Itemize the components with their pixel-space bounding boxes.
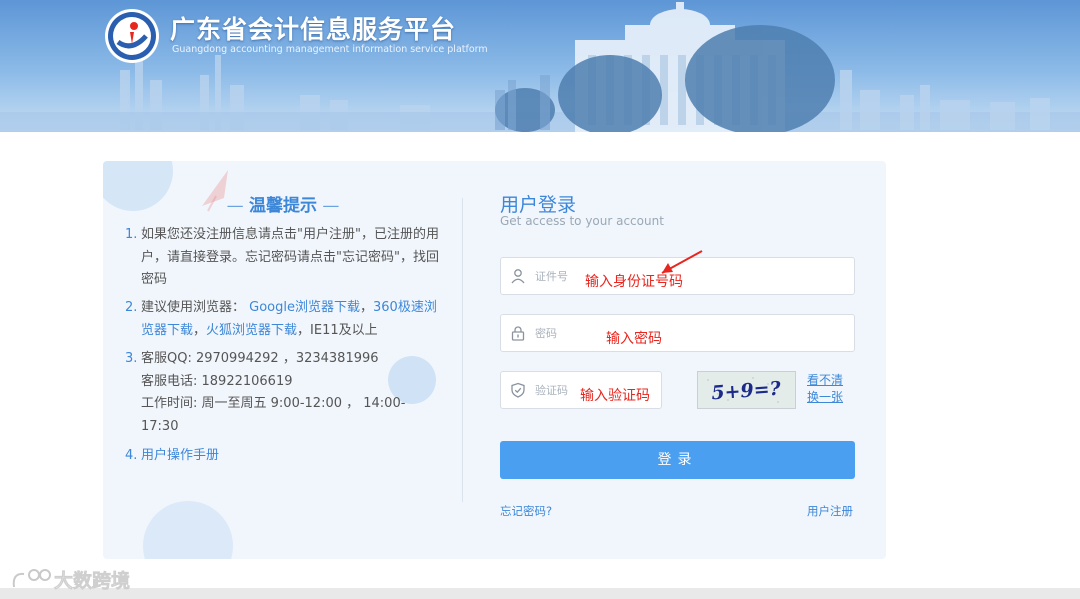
tip-number: 2.	[125, 300, 138, 315]
panel-divider	[462, 198, 463, 502]
refresh-captcha-link[interactable]: 看不清换一张	[807, 372, 847, 406]
tip-text: 如果您还没注册信息请点击"用户注册"，已注册的用户，请直接登录。忘记密码请点击"…	[141, 227, 439, 287]
captcha-image[interactable]: 5+9=?	[697, 371, 796, 409]
password-annotation-text: 输入密码	[606, 331, 662, 347]
login-title: 用户登录	[500, 194, 577, 216]
decor-circle	[103, 161, 173, 211]
tip-text: 建议使用浏览器： Google浏览器下载，360极速浏览器下载，火狐浏览器下载，…	[141, 297, 441, 342]
city-skyline-illustration	[0, 2, 1080, 132]
lock-icon	[511, 326, 525, 341]
id-number-input[interactable]	[535, 267, 575, 285]
header-banner: 广东省会计信息服务平台 Guangdong accounting managem…	[0, 0, 1080, 132]
captcha-noise-image: 5+9=?	[698, 372, 795, 408]
support-hours: 工作时间: 周一至周五 9:00-12:00 ， 14:00-17:30	[141, 396, 406, 434]
login-button[interactable]: 登录	[500, 441, 855, 479]
tips-heading: — 温馨提示 —	[223, 191, 343, 216]
tip-text: 客服QQ: 2970994292 ，3234381996 客服电话: 18922…	[141, 348, 441, 438]
decor-circle	[143, 501, 233, 559]
support-phone: 客服电话: 18922106619	[141, 373, 293, 389]
site-title: 广东省会计信息服务平台	[170, 15, 457, 44]
login-subtitle: Get access to your account	[500, 214, 664, 228]
password-input[interactable]	[535, 324, 575, 342]
user-icon	[511, 269, 525, 284]
tips-title-dash: —	[226, 196, 249, 216]
tip-item-4: 4. 用户操作手册	[125, 445, 443, 469]
tip-separator: ，	[360, 300, 374, 315]
shield-check-icon	[511, 382, 525, 398]
watermark-text: 大数跨境	[54, 569, 130, 592]
tip-text-prefix: 建议使用浏览器：	[141, 300, 246, 315]
user-manual-link[interactable]: 用户操作手册	[141, 445, 441, 468]
forgot-password-link[interactable]: 忘记密码?	[500, 503, 552, 519]
support-qq: 客服QQ: 2970994292 ，3234381996	[141, 351, 379, 366]
register-link[interactable]: 用户注册	[807, 503, 853, 519]
site-subtitle: Guangdong accounting management informat…	[172, 44, 488, 55]
tip-number: 3.	[125, 351, 138, 366]
google-browser-download-link[interactable]: Google浏览器下载	[249, 300, 360, 315]
firefox-browser-download-link[interactable]: 火狐浏览器下载	[206, 323, 297, 338]
province-emblem-logo	[105, 9, 159, 63]
captcha-input[interactable]	[535, 381, 575, 399]
tip-separator: ，	[193, 322, 207, 338]
login-card: — 温馨提示 — 1. 如果您还没注册信息请点击"用户注册"，已注册的用户，请直…	[103, 161, 886, 559]
captcha-annotation-text: 输入验证码	[580, 388, 650, 404]
annotation-arrow	[661, 250, 703, 274]
tips-title-dash: —	[317, 196, 340, 216]
watermark-logo: 大数跨境	[12, 569, 130, 592]
tip-number: 4.	[125, 448, 138, 463]
tip-item-1: 1. 如果您还没注册信息请点击"用户注册"，已注册的用户，请直接登录。忘记密码请…	[125, 224, 443, 292]
password-field[interactable]	[500, 314, 855, 352]
tip-item-2: 2. 建议使用浏览器： Google浏览器下载，360极速浏览器下载，火狐浏览器…	[125, 297, 443, 343]
tip-text-suffix: ，IE11及以上	[297, 322, 378, 338]
tip-item-3: 3. 客服QQ: 2970994292 ，3234381996 客服电话: 18…	[125, 348, 443, 440]
tips-title-text: 温馨提示	[249, 196, 317, 216]
footer-strip	[0, 588, 1080, 599]
tip-number: 1.	[125, 227, 138, 242]
